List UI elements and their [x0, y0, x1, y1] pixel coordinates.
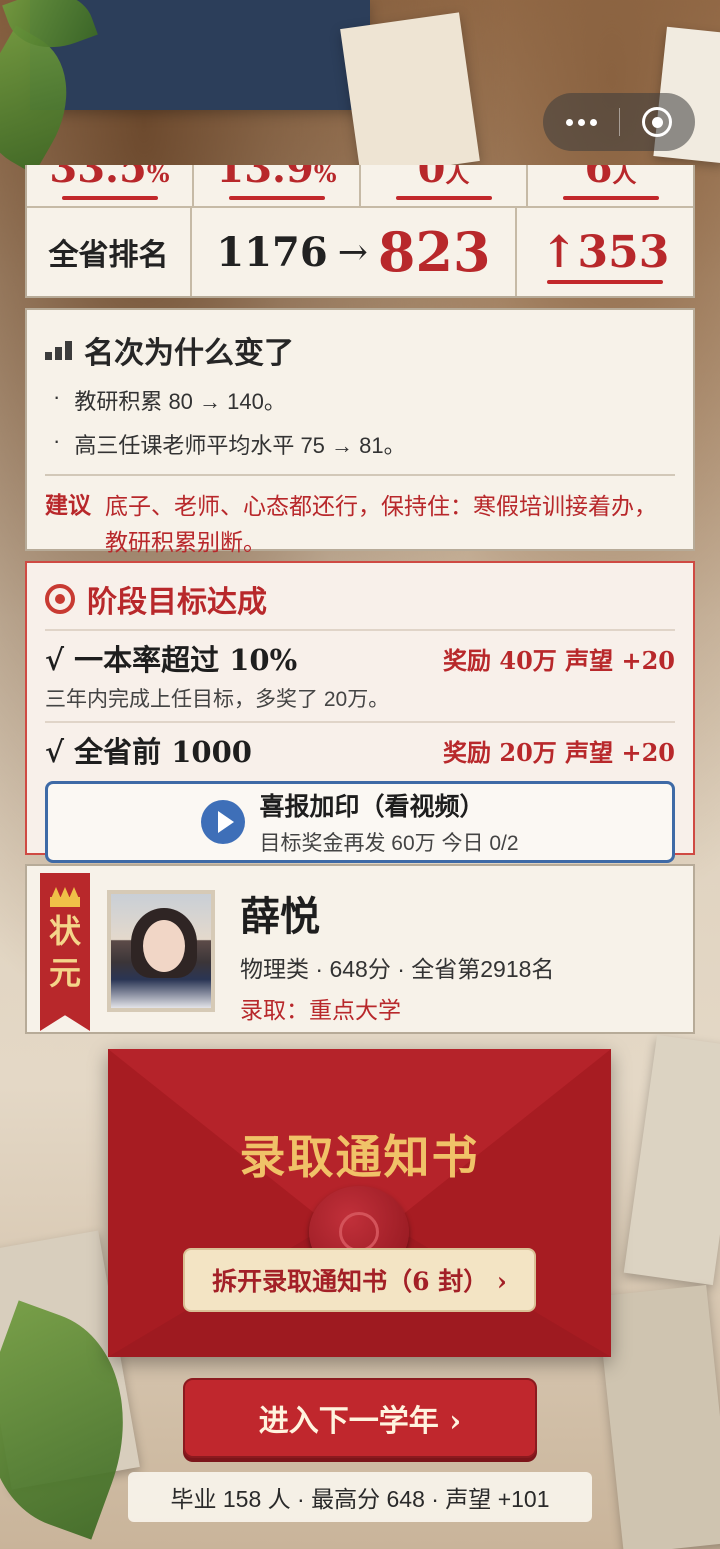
reason-bullet: · 高三任课老师平均水平 75 → 81。: [53, 428, 406, 458]
background-paper: [340, 12, 480, 178]
play-icon: [201, 800, 246, 844]
top-student-card: 状 元 薛悦 物理类 · 648分 · 全省第2918名 录取：重点大学: [25, 864, 695, 1034]
rank-arrow: →: [337, 231, 368, 273]
goal-reward: 奖励 20万 声望 +20: [443, 737, 675, 767]
rank-reasons-card: 名次为什么变了 · 教研积累 80 → 140。 · 高三任课老师平均水平 75 →…: [25, 308, 695, 555]
goal-name: √ 全省前 1000: [45, 735, 252, 769]
stat-cell: 33.5%: [27, 165, 194, 206]
stat-underline: [562, 196, 659, 200]
goals-title: 阶段目标达成: [45, 577, 675, 621]
divider: [45, 474, 675, 476]
stage-goals-card: 阶段目标达成 √ 一本率超过 10% 奖励 40万 声望 +20 三年内完成上任…: [25, 561, 695, 863]
goal-item: √ 一本率超过 10% 奖励 40万 声望 +20: [45, 629, 675, 679]
advice: 建议 底子、老师、心态都还行，保持住：寒假培训接着办，教研积累别断。: [45, 488, 675, 560]
rank-change: ↑353: [517, 208, 693, 296]
rank-change-underline: [547, 280, 663, 284]
bar-chart-icon: [45, 340, 72, 360]
open-letters-button[interactable]: 拆开录取通知书（6 封） ›: [183, 1248, 536, 1312]
target-ring-icon[interactable]: [642, 107, 672, 137]
advice-text: 底子、老师、心态都还行，保持住：寒假培训接着办，教研积累别断。: [105, 493, 657, 555]
rank-change-value: ↑353: [540, 226, 670, 278]
stats-summary-row: 33.5% 13.9% 0人 6人: [27, 165, 693, 208]
envelope-title: 录取通知书: [239, 1130, 480, 1184]
admission-letter-envelope[interactable]: 录取通知书 拆开录取通知书（6 封） ›: [108, 1049, 611, 1357]
background-photo: [623, 1034, 720, 1286]
reasons-title: 名次为什么变了: [45, 328, 675, 372]
stat-underline: [395, 196, 492, 200]
goal-item: √ 全省前 1000 奖励 20万 声望 +20: [45, 721, 675, 771]
rank-label: 全省排名: [27, 208, 192, 296]
student-photo: [107, 890, 215, 1012]
graduation-summary: 毕业 158 人 · 最高分 648 · 声望 +101: [128, 1472, 592, 1522]
goal-reward: 奖励 40万 声望 +20: [443, 645, 675, 675]
student-info: 物理类 · 648分 · 全省第2918名: [240, 956, 555, 982]
reason-bullet: · 教研积累 80 → 140。: [53, 384, 286, 414]
more-dots-icon[interactable]: [566, 118, 597, 126]
champion-badge: 状 元: [40, 873, 90, 1031]
capsule-divider: [619, 108, 620, 136]
stats-table: 33.5% 13.9% 0人 6人 全省排名 1176 → 823 ↑353: [25, 165, 695, 298]
rank-change-values: 1176 → 823: [192, 208, 517, 296]
student-admission: 录取：重点大学: [240, 997, 401, 1023]
background-photo: [596, 1284, 720, 1549]
rank-to: 823: [377, 220, 491, 284]
badge-char: 状: [48, 912, 81, 950]
crown-icon: [50, 887, 80, 907]
mini-program-capsule: [543, 93, 695, 151]
stat-underline: [61, 196, 158, 200]
video-button-subtitle: 目标奖金再发 60万 今日 0/2: [259, 832, 519, 855]
stat-cell: 0人: [361, 165, 528, 206]
province-rank-row: 全省排名 1176 → 823 ↑353: [27, 208, 693, 296]
stat-underline: [228, 196, 325, 200]
badge-char: 元: [48, 954, 81, 992]
advice-label: 建议: [45, 492, 91, 519]
stat-cell: 6人: [528, 165, 693, 206]
watch-video-button[interactable]: 喜报加印（看视频） 目标奖金再发 60万 今日 0/2: [45, 781, 675, 863]
target-icon: [45, 584, 75, 614]
goal-name: √ 一本率超过 10%: [45, 643, 298, 677]
goal-note: 三年内完成上任目标，多奖了 20万。: [45, 688, 390, 711]
next-school-year-button[interactable]: 进入下一学年 ›: [183, 1378, 537, 1458]
stat-cell: 13.9%: [194, 165, 361, 206]
rank-from: 1176: [216, 228, 328, 276]
video-button-title: 喜报加印（看视频）: [259, 792, 485, 821]
student-name: 薛悦: [240, 893, 320, 940]
